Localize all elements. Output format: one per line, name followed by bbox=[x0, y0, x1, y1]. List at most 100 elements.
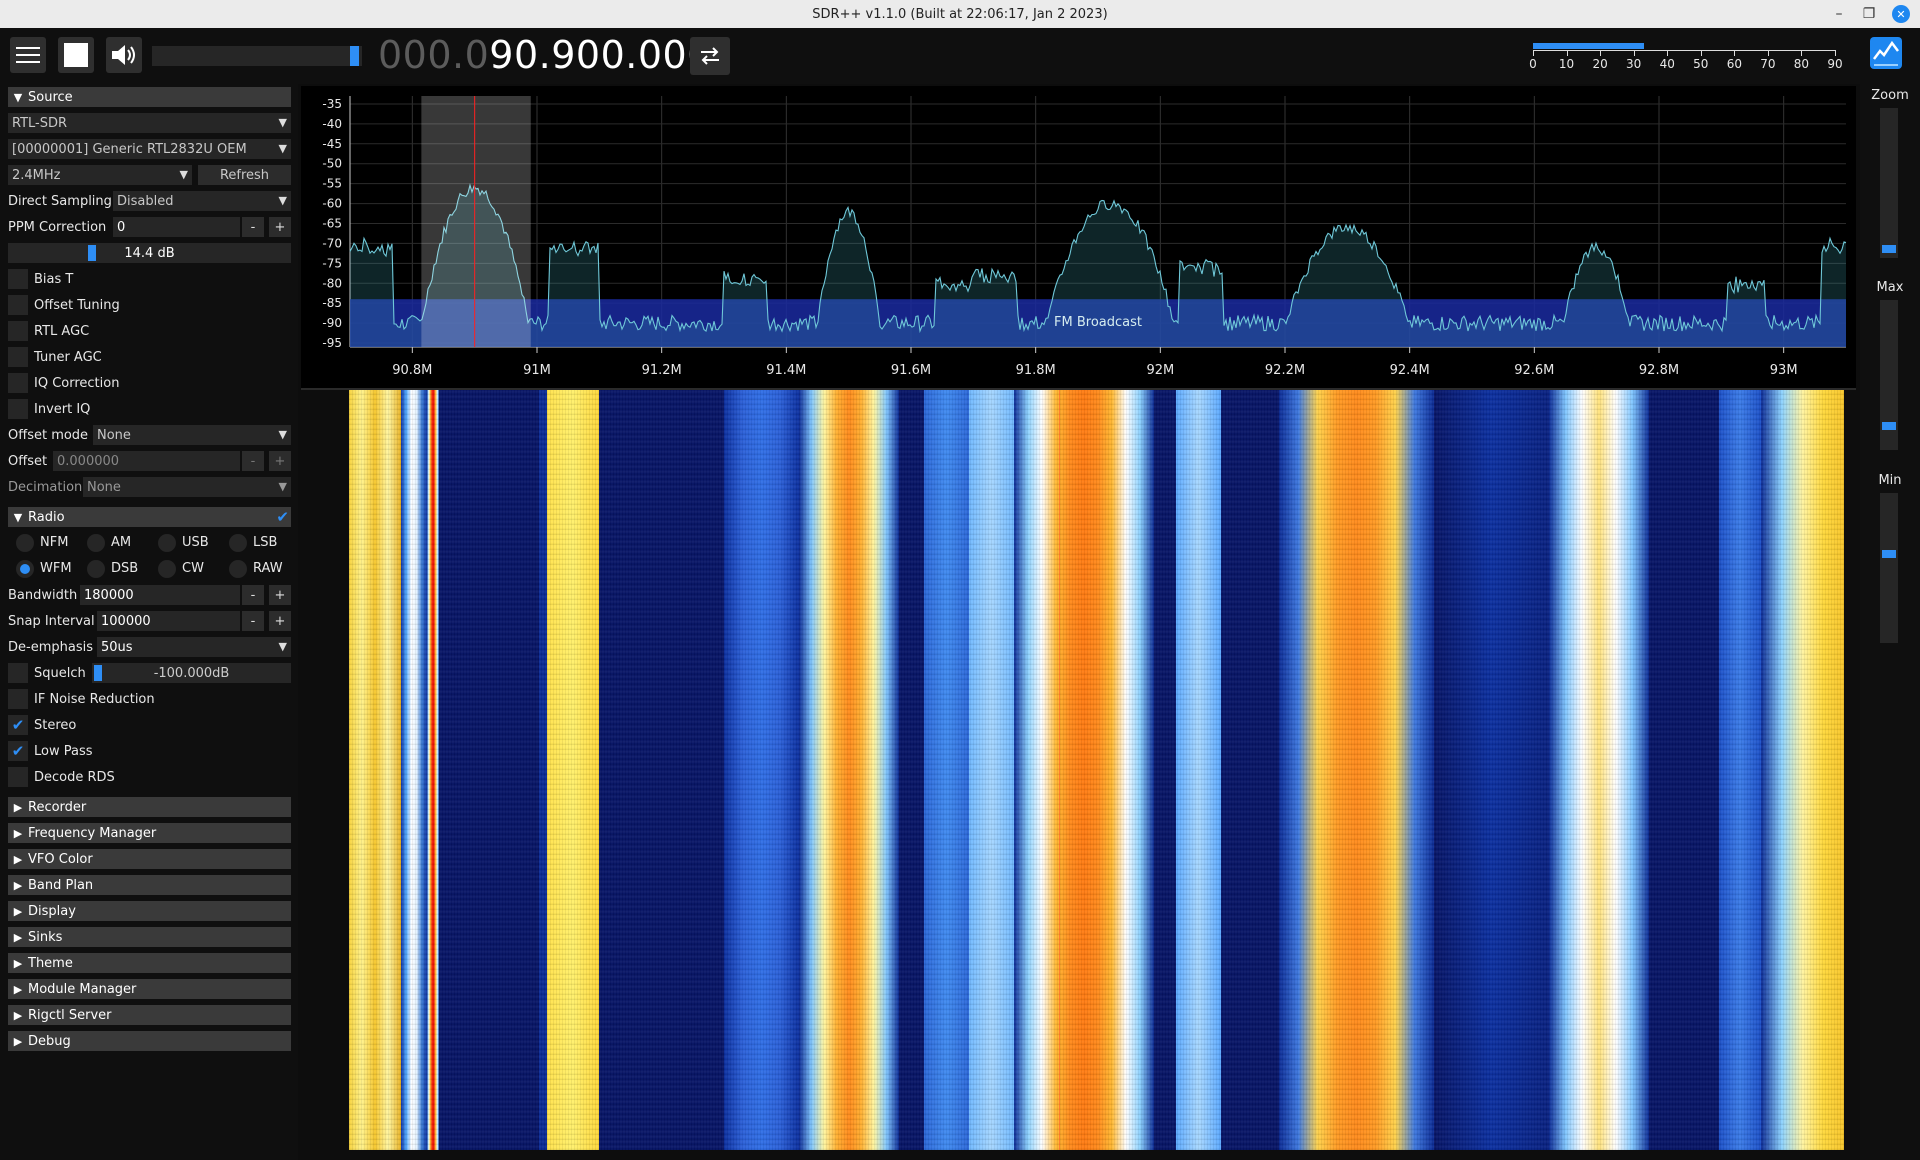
radio-header[interactable]: ▼ Radio ✔ bbox=[8, 507, 291, 527]
frequency-leading-digits[interactable]: 000.0 bbox=[378, 33, 489, 77]
module-header-band-plan[interactable]: ▶ Band Plan bbox=[8, 875, 291, 895]
mode-label-lsb: LSB bbox=[253, 535, 278, 550]
mode-radio-raw[interactable] bbox=[229, 560, 247, 578]
iq-correction-checkbox[interactable] bbox=[8, 373, 28, 393]
y-tick-label: -45 bbox=[322, 137, 342, 151]
source-device-select[interactable]: RTL-SDR ▼ bbox=[8, 113, 291, 133]
minimize-icon[interactable]: – bbox=[1826, 0, 1852, 28]
offset-increment-button[interactable]: + bbox=[269, 451, 291, 471]
volume-slider[interactable] bbox=[152, 46, 362, 66]
snr-tick bbox=[1633, 50, 1635, 56]
sample-rate-select[interactable]: 2.4MHz ▼ bbox=[8, 165, 192, 185]
low-pass-checkbox[interactable]: ✔ bbox=[8, 741, 28, 761]
deemphasis-select[interactable]: 50us ▼ bbox=[97, 637, 291, 657]
invert-iq-checkbox[interactable] bbox=[8, 399, 28, 419]
snap-interval-input[interactable]: 100000 bbox=[97, 611, 240, 631]
snr-tick-label: 0 bbox=[1529, 57, 1537, 71]
ppm-decrement-button[interactable]: - bbox=[242, 217, 264, 237]
module-header-sinks[interactable]: ▶ Sinks bbox=[8, 927, 291, 947]
if-noise-reduction-checkbox[interactable] bbox=[8, 689, 28, 709]
offset-decrement-button[interactable]: - bbox=[242, 451, 264, 471]
waterfall-noise bbox=[349, 390, 1844, 1150]
frequency-display[interactable]: 000.090.900.000 bbox=[378, 33, 712, 77]
module-header-theme[interactable]: ▶ Theme bbox=[8, 953, 291, 973]
module-header-label: Frequency Manager bbox=[28, 825, 157, 841]
snr-tick bbox=[1566, 50, 1568, 56]
y-tick-label: -50 bbox=[322, 157, 342, 171]
mode-radio-nfm[interactable] bbox=[16, 534, 34, 552]
module-header-frequency-manager[interactable]: ▶ Frequency Manager bbox=[8, 823, 291, 843]
sdrpp-logo[interactable] bbox=[1870, 37, 1902, 69]
min-slider-handle[interactable] bbox=[1882, 550, 1896, 558]
snap-decrement-button[interactable]: - bbox=[242, 611, 264, 631]
refresh-button[interactable]: Refresh bbox=[198, 165, 291, 185]
bias-t-checkbox[interactable] bbox=[8, 269, 28, 289]
mode-radio-cw[interactable] bbox=[158, 560, 176, 578]
max-label: Max bbox=[1876, 280, 1904, 295]
module-header-debug[interactable]: ▶ Debug bbox=[8, 1031, 291, 1051]
offset-input[interactable]: 0.000000 bbox=[53, 451, 240, 471]
module-header-module-manager[interactable]: ▶ Module Manager bbox=[8, 979, 291, 999]
mode-radio-am[interactable] bbox=[87, 534, 105, 552]
squelch-slider[interactable]: -100.000dB bbox=[92, 663, 291, 683]
spectrum-plot[interactable]: 90.8M 91M 91.2M 91.4M 91.6M 91.8M 92M 92.2M 92.4… bbox=[301, 86, 1856, 388]
mute-button[interactable] bbox=[106, 37, 142, 73]
volume-slider-handle[interactable] bbox=[350, 46, 359, 66]
close-icon[interactable]: ✕ bbox=[1892, 5, 1910, 23]
snr-tick-label: 40 bbox=[1659, 57, 1675, 71]
offset-tuning-checkbox[interactable] bbox=[8, 295, 28, 315]
min-label: Min bbox=[1878, 473, 1902, 488]
module-header-vfo-color[interactable]: ▶ VFO Color bbox=[8, 849, 291, 869]
module-header-display[interactable]: ▶ Display bbox=[8, 901, 291, 921]
ppm-increment-button[interactable]: + bbox=[269, 217, 291, 237]
expand-triangle-icon: ▶ bbox=[13, 878, 23, 892]
snr-tick-label: 60 bbox=[1726, 57, 1742, 71]
bandwidth-decrement-button[interactable]: - bbox=[242, 585, 264, 605]
decimation-select[interactable]: None ▼ bbox=[83, 477, 291, 497]
max-slider[interactable] bbox=[1880, 300, 1898, 450]
squelch-label: Squelch bbox=[34, 666, 86, 681]
module-header-rigctl-server[interactable]: ▶ Rigctl Server bbox=[8, 1005, 291, 1025]
frequency-digits[interactable]: 90.900.000 bbox=[489, 33, 712, 77]
mode-radio-usb[interactable] bbox=[158, 534, 176, 552]
vfo-bandwidth-region[interactable] bbox=[421, 96, 531, 347]
tuning-mode-button[interactable] bbox=[690, 37, 730, 75]
max-slider-handle[interactable] bbox=[1882, 422, 1896, 430]
radio-enabled-check-icon[interactable]: ✔ bbox=[276, 508, 289, 526]
mode-radio-lsb[interactable] bbox=[229, 534, 247, 552]
stereo-checkbox[interactable]: ✔ bbox=[8, 715, 28, 735]
collapse-triangle-icon: ▼ bbox=[13, 90, 23, 104]
source-header[interactable]: ▼ Source bbox=[8, 87, 291, 107]
bandwidth-increment-button[interactable]: + bbox=[269, 585, 291, 605]
module-header-label: Band Plan bbox=[28, 877, 94, 893]
zoom-slider-handle[interactable] bbox=[1882, 245, 1896, 253]
bandwidth-input[interactable]: 180000 bbox=[80, 585, 240, 605]
waterfall[interactable] bbox=[349, 390, 1844, 1150]
expand-triangle-icon: ▶ bbox=[13, 904, 23, 918]
stop-button[interactable] bbox=[58, 37, 94, 73]
rtl-agc-checkbox[interactable] bbox=[8, 321, 28, 341]
ppm-input[interactable]: 0 bbox=[113, 217, 240, 237]
module-header-label: Rigctl Server bbox=[28, 1007, 112, 1023]
usb-device-select[interactable]: [00000001] Generic RTL2832U OEM ▼ bbox=[8, 139, 291, 159]
display-controls: Zoom Max Min bbox=[1860, 84, 1920, 1160]
module-header-recorder[interactable]: ▶ Recorder bbox=[8, 797, 291, 817]
snap-increment-button[interactable]: + bbox=[269, 611, 291, 631]
squelch-checkbox[interactable] bbox=[8, 663, 28, 683]
mode-radio-wfm[interactable] bbox=[16, 560, 34, 578]
zoom-slider[interactable] bbox=[1880, 108, 1898, 258]
gain-slider-handle[interactable] bbox=[88, 245, 96, 261]
offset-mode-select[interactable]: None ▼ bbox=[93, 425, 291, 445]
direct-sampling-select[interactable]: Disabled ▼ bbox=[113, 191, 291, 211]
deemphasis-label: De-emphasis bbox=[8, 640, 93, 655]
snr-tick bbox=[1700, 50, 1702, 56]
maximize-icon[interactable]: ❐ bbox=[1856, 0, 1882, 28]
tuner-agc-checkbox[interactable] bbox=[8, 347, 28, 367]
mode-radio-dsb[interactable] bbox=[87, 560, 105, 578]
gain-slider[interactable]: 14.4 dB bbox=[8, 243, 291, 263]
min-slider[interactable] bbox=[1880, 493, 1898, 643]
menu-button[interactable] bbox=[10, 37, 46, 73]
tuner-agc-label: Tuner AGC bbox=[34, 350, 102, 365]
squelch-slider-handle[interactable] bbox=[94, 665, 102, 681]
decode-rds-checkbox[interactable] bbox=[8, 767, 28, 787]
